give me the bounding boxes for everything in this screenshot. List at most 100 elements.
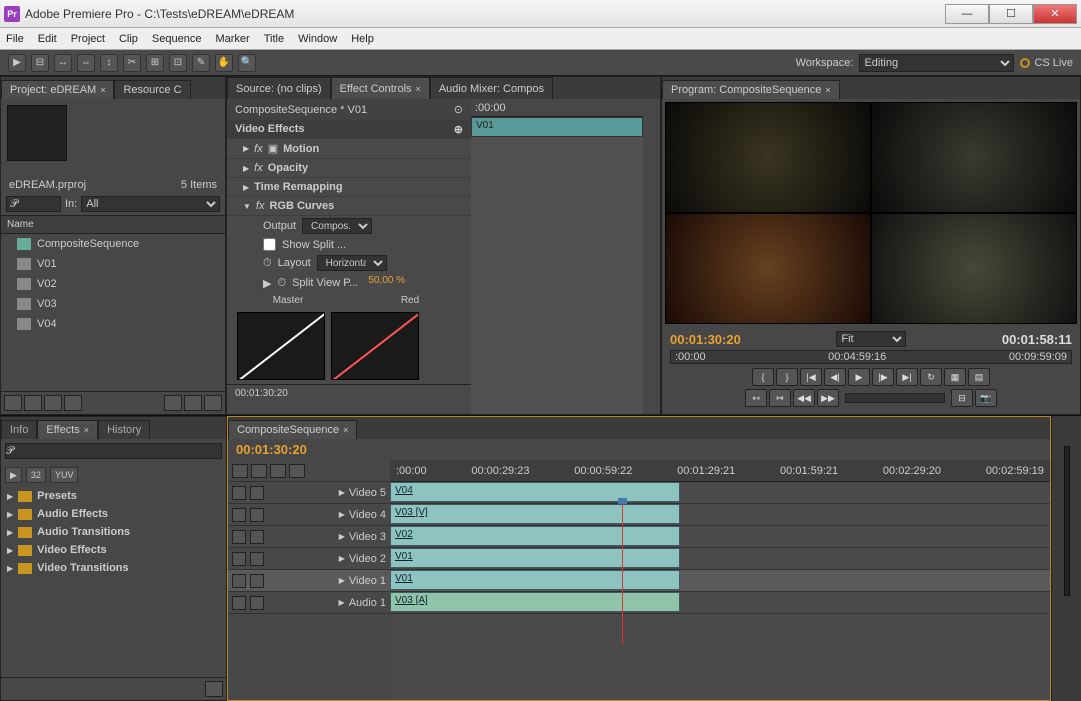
zoom-select[interactable]: Fit xyxy=(836,331,906,347)
lock-icon[interactable] xyxy=(250,574,264,588)
folder-video-transitions[interactable]: ▶Video Transitions xyxy=(1,559,226,577)
fx-opacity[interactable]: ▶fxOpacity xyxy=(227,159,471,178)
clip-v03a[interactable]: V03 [A] xyxy=(390,592,680,612)
in-point-icon[interactable]: { xyxy=(752,368,774,386)
close-button[interactable]: ✕ xyxy=(1033,4,1077,24)
project-item-v03[interactable]: V03 xyxy=(1,294,225,314)
yuv-chip[interactable]: YUV xyxy=(50,467,79,483)
goto-in-icon[interactable]: |◀ xyxy=(800,368,822,386)
close-tab-icon[interactable]: × xyxy=(100,85,105,95)
cs-live-button[interactable]: CS Live xyxy=(1020,57,1073,69)
new-item-icon[interactable] xyxy=(184,395,202,411)
menu-window[interactable]: Window xyxy=(298,33,337,45)
safe-margin-icon[interactable]: ▦ xyxy=(944,368,966,386)
project-filter-select[interactable]: All xyxy=(81,196,220,212)
marker-icon[interactable] xyxy=(270,464,286,478)
find-icon[interactable] xyxy=(64,395,82,411)
maximize-button[interactable]: ☐ xyxy=(989,4,1033,24)
clip-v01-v2[interactable]: V01 xyxy=(390,548,680,568)
tab-history[interactable]: History xyxy=(98,420,150,439)
clip-v01-v1[interactable]: V01 xyxy=(390,570,680,590)
red-curve[interactable] xyxy=(331,312,419,380)
list-view-icon[interactable] xyxy=(4,395,22,411)
automate-icon[interactable] xyxy=(44,395,62,411)
playhead[interactable] xyxy=(622,504,623,644)
close-tab-icon[interactable]: × xyxy=(825,85,830,95)
lock-icon[interactable] xyxy=(250,486,264,500)
track-header-video3[interactable]: ▶Video 3 xyxy=(228,526,390,548)
track-header-video1[interactable]: ▶Video 1 xyxy=(228,570,390,592)
new-bin-icon[interactable] xyxy=(164,395,182,411)
next-marker-icon[interactable]: ▶▶ xyxy=(817,389,839,407)
tab-project[interactable]: Project: eDREAM× xyxy=(1,80,114,99)
close-tab-icon[interactable]: × xyxy=(416,84,421,94)
step-back-icon[interactable]: ◀| xyxy=(824,368,846,386)
visibility-icon[interactable] xyxy=(232,508,246,522)
prev-marker-icon[interactable]: ◀◀ xyxy=(793,389,815,407)
fx-timecode[interactable]: 00:01:30:20 xyxy=(227,384,471,402)
lock-icon[interactable] xyxy=(250,508,264,522)
visibility-icon[interactable] xyxy=(232,530,246,544)
zoom-tool-icon[interactable]: 🔍 xyxy=(238,54,256,72)
lock-icon[interactable] xyxy=(250,530,264,544)
clip-v03v[interactable]: V03 [V] xyxy=(390,504,680,524)
tab-audio-mixer[interactable]: Audio Mixer: Compos xyxy=(430,77,553,99)
tab-info[interactable]: Info xyxy=(1,420,37,439)
new-bin-icon[interactable] xyxy=(205,681,223,697)
tab-resource[interactable]: Resource C xyxy=(114,80,190,99)
fx-motion[interactable]: ▶fx▣Motion xyxy=(227,139,471,159)
tab-timeline-sequence[interactable]: CompositeSequence× xyxy=(228,420,357,439)
minimize-button[interactable]: — xyxy=(945,4,989,24)
layout-select[interactable]: Horizontal xyxy=(317,255,387,271)
project-item-v02[interactable]: V02 xyxy=(1,274,225,294)
loop-icon[interactable]: ↻ xyxy=(920,368,942,386)
visibility-icon[interactable] xyxy=(232,486,246,500)
track-header-audio1[interactable]: ▶Audio 1 xyxy=(228,592,390,614)
menu-help[interactable]: Help xyxy=(351,33,374,45)
stopwatch-icon[interactable]: ⏱ xyxy=(263,257,272,270)
slide-tool-icon[interactable]: ⊡ xyxy=(169,54,187,72)
folder-audio-transitions[interactable]: ▶Audio Transitions xyxy=(1,523,226,541)
reset-icon[interactable]: ⊕ xyxy=(454,123,463,136)
output-select[interactable]: Compos... xyxy=(302,218,372,234)
menu-edit[interactable]: Edit xyxy=(38,33,57,45)
program-viewer[interactable] xyxy=(665,102,1077,324)
track-select-tool-icon[interactable]: ⊟ xyxy=(31,54,49,72)
tab-effect-controls[interactable]: Effect Controls× xyxy=(331,77,430,99)
clip-v02[interactable]: V02 xyxy=(390,526,680,546)
tab-effects[interactable]: Effects× xyxy=(37,420,98,439)
toggle-icon[interactable]: ⊙ xyxy=(454,103,463,116)
slip-tool-icon[interactable]: ⊞ xyxy=(146,54,164,72)
menu-project[interactable]: Project xyxy=(71,33,105,45)
effects-search-input[interactable] xyxy=(5,443,222,459)
rolling-tool-icon[interactable]: ⇔ xyxy=(77,54,95,72)
menu-file[interactable]: File xyxy=(6,33,24,45)
ripple-tool-icon[interactable]: ↔ xyxy=(54,54,72,72)
splitview-value[interactable]: 50,00 % xyxy=(364,275,434,291)
tab-source[interactable]: Source: (no clips) xyxy=(227,77,331,99)
project-item-sequence[interactable]: CompositeSequence xyxy=(1,234,225,254)
project-item-v01[interactable]: V01 xyxy=(1,254,225,274)
clip-v04[interactable]: V04 xyxy=(390,482,680,502)
track-header-video4[interactable]: ▶Video 4 xyxy=(228,504,390,526)
stopwatch-icon[interactable]: ⏱ xyxy=(277,277,286,290)
fx-timeline-clip[interactable]: V01 xyxy=(471,117,643,137)
track-header-video2[interactable]: ▶Video 2 xyxy=(228,548,390,570)
timeline-timecode[interactable]: 00:01:30:20 xyxy=(236,442,307,457)
project-item-v04[interactable]: V04 xyxy=(1,314,225,334)
program-ruler[interactable]: :00:0000:04:59:1600:09:59:09 xyxy=(670,350,1072,364)
show-split-checkbox[interactable] xyxy=(263,238,276,251)
sync-lock-icon[interactable] xyxy=(251,464,267,478)
current-timecode[interactable]: 00:01:30:20 xyxy=(670,332,741,347)
shuttle-slider[interactable] xyxy=(845,393,945,403)
icon-view-icon[interactable] xyxy=(24,395,42,411)
fx-time-remapping[interactable]: ▶Time Remapping xyxy=(227,178,471,197)
accelerated-chip-icon[interactable]: ▶ xyxy=(5,467,22,483)
master-curve[interactable] xyxy=(237,312,325,380)
close-tab-icon[interactable]: × xyxy=(84,425,89,435)
pen-tool-icon[interactable]: ✎ xyxy=(192,54,210,72)
rate-tool-icon[interactable]: ↕ xyxy=(100,54,118,72)
visibility-icon[interactable] xyxy=(232,552,246,566)
goto-out-icon[interactable]: ▶| xyxy=(896,368,918,386)
project-search-input[interactable] xyxy=(6,196,61,212)
